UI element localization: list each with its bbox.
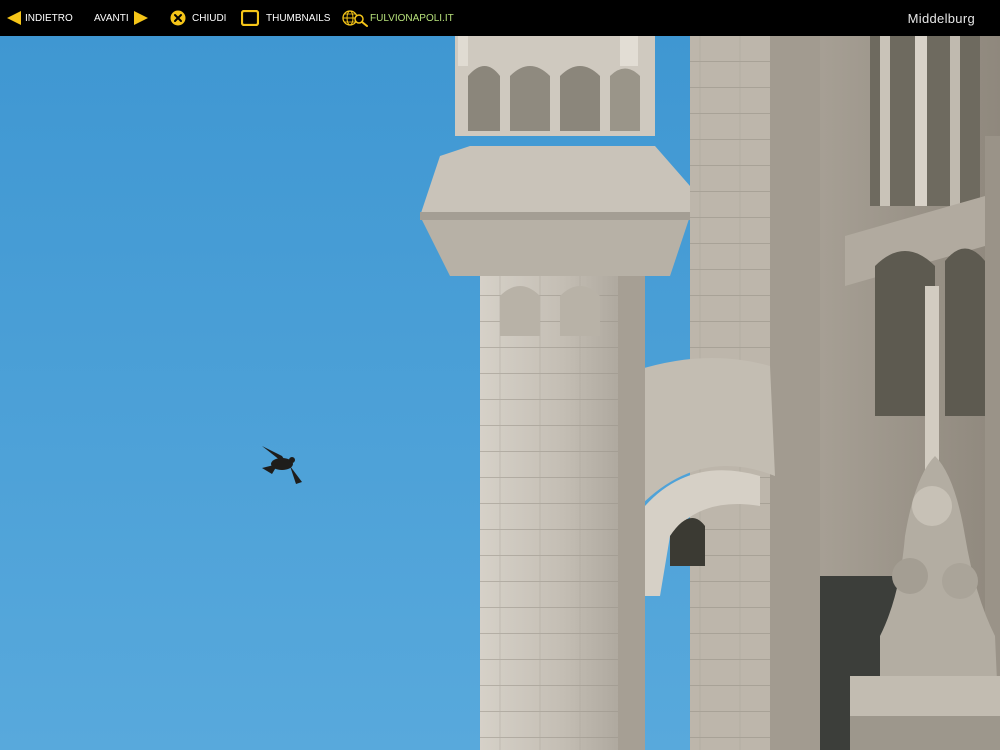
photo-image	[0, 36, 1000, 750]
square-outline-icon	[241, 10, 259, 26]
toolbar: INDIETRO AVANTI CHIUDI THUMBNAILS FULVIO…	[0, 0, 1000, 36]
site-link[interactable]: FULVIONAPOLI.IT	[342, 0, 454, 36]
gallery-title: Middelburg	[907, 10, 975, 26]
close-circle-icon	[170, 10, 186, 26]
forward-button[interactable]: AVANTI	[94, 0, 149, 36]
close-button[interactable]: CHIUDI	[170, 0, 226, 36]
arrow-left-icon	[6, 10, 22, 26]
thumbnails-button[interactable]: THUMBNAILS	[241, 0, 330, 36]
back-label: INDIETRO	[25, 12, 73, 24]
thumbnails-label: THUMBNAILS	[266, 12, 331, 24]
arrow-right-icon	[133, 10, 149, 26]
forward-label: AVANTI	[94, 12, 129, 24]
photo-viewer[interactable]	[0, 36, 1000, 750]
close-label: CHIUDI	[192, 12, 227, 24]
site-label: FULVIONAPOLI.IT	[370, 12, 454, 24]
globe-search-icon	[342, 9, 368, 27]
back-button[interactable]: INDIETRO	[6, 0, 73, 36]
